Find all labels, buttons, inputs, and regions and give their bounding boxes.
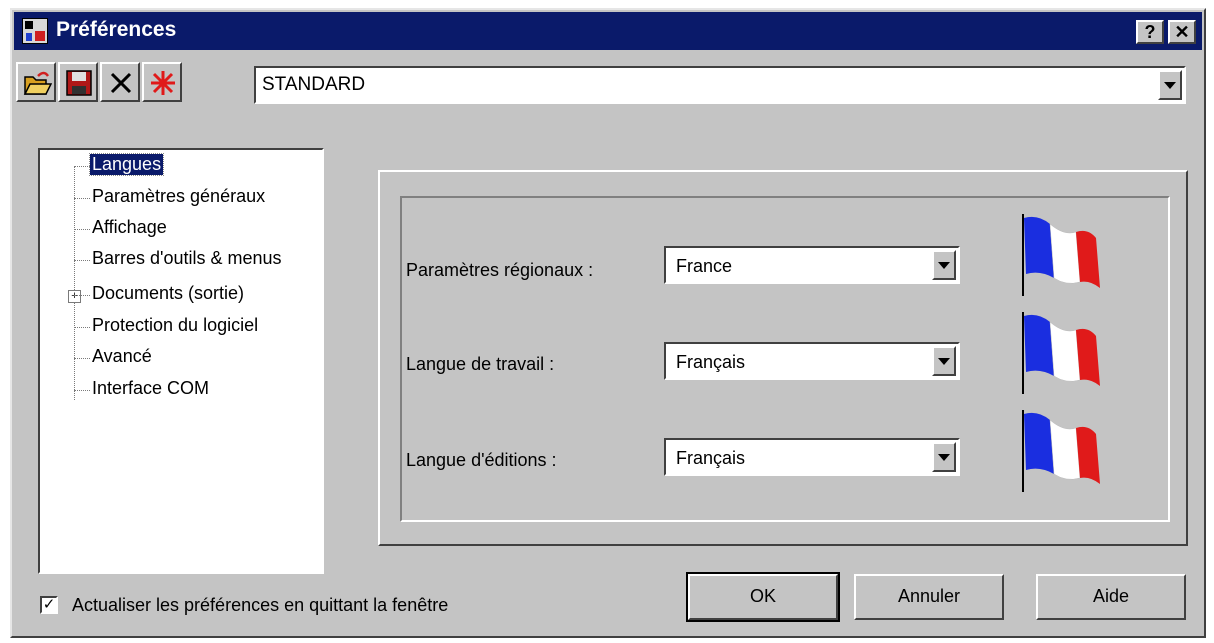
- french-flag-icon: [1022, 312, 1100, 394]
- new-button[interactable]: [142, 62, 182, 102]
- preferences-window: Préférences ? ✕ STANDARD Langues Paramèt…: [10, 8, 1206, 638]
- regional-settings-label: Paramètres régionaux :: [406, 260, 594, 280]
- title-bar[interactable]: Préférences ? ✕: [14, 12, 1202, 50]
- expand-icon[interactable]: +: [68, 290, 81, 303]
- new-star-icon: [151, 71, 175, 95]
- chevron-down-icon: [1164, 82, 1176, 89]
- editions-language-dropdown[interactable]: [932, 442, 956, 472]
- ok-button[interactable]: OK: [686, 572, 840, 622]
- working-language-dropdown[interactable]: [932, 346, 956, 376]
- update-on-close-label[interactable]: Actualiser les préférences en quittant l…: [72, 595, 448, 616]
- profile-dropdown-button[interactable]: [1158, 70, 1182, 100]
- regional-settings-value: France: [676, 256, 733, 276]
- help-button[interactable]: Aide: [1036, 574, 1186, 620]
- editions-language-select[interactable]: Français: [664, 438, 960, 476]
- editions-language-value: Français: [676, 448, 746, 468]
- chevron-down-icon: [938, 358, 950, 365]
- chevron-down-icon: [938, 454, 950, 461]
- tree-item-avance[interactable]: Avancé: [92, 346, 152, 367]
- close-title-button[interactable]: ✕: [1168, 20, 1196, 44]
- tree-item-documents[interactable]: Documents (sortie): [92, 283, 244, 304]
- tree-item-affichage[interactable]: Affichage: [92, 217, 167, 238]
- app-icon: [22, 18, 48, 44]
- tree-connector: [74, 166, 75, 400]
- save-floppy-icon: [66, 70, 92, 96]
- working-language-select[interactable]: Français: [664, 342, 960, 380]
- delete-x-icon: [110, 72, 132, 94]
- profile-value: STANDARD: [262, 74, 366, 95]
- cancel-button[interactable]: Annuler: [854, 574, 1004, 620]
- help-title-button[interactable]: ?: [1136, 20, 1164, 44]
- chevron-down-icon: [938, 262, 950, 269]
- working-language-value: Français: [676, 352, 746, 372]
- profile-combobox[interactable]: STANDARD: [254, 66, 1186, 104]
- tree-item-parametres-generaux[interactable]: Paramètres généraux: [92, 186, 265, 207]
- french-flag-icon: [1022, 410, 1100, 492]
- french-flag-icon: [1022, 214, 1100, 296]
- update-on-close-checkbox[interactable]: ✓: [40, 596, 58, 614]
- window-title: Préférences: [56, 18, 177, 41]
- category-tree[interactable]: Langues Paramètres généraux Affichage Ba…: [38, 148, 324, 574]
- delete-button[interactable]: [100, 62, 140, 102]
- working-language-label: Langue de travail :: [406, 354, 555, 374]
- save-button[interactable]: [58, 62, 98, 102]
- open-folder-icon: [23, 71, 52, 95]
- tree-item-interface-com[interactable]: Interface COM: [92, 378, 209, 399]
- tree-item-barres-outils[interactable]: Barres d'outils & menus: [92, 248, 282, 269]
- regional-settings-select[interactable]: France: [664, 246, 960, 284]
- open-button[interactable]: [16, 62, 56, 102]
- tree-item-langues[interactable]: Langues: [88, 153, 165, 176]
- regional-settings-dropdown[interactable]: [932, 250, 956, 280]
- editions-language-label: Langue d'éditions :: [406, 450, 557, 470]
- tree-item-protection[interactable]: Protection du logiciel: [92, 315, 258, 336]
